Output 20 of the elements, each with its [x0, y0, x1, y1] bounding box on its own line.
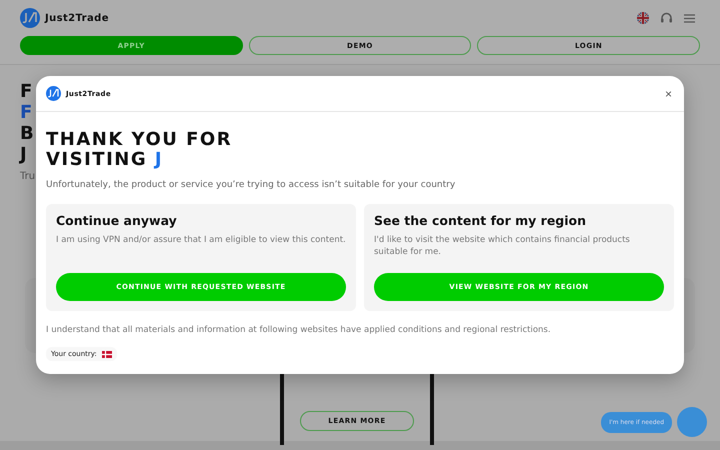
- flag-icon: [102, 350, 112, 358]
- option-heading: Continue anyway: [56, 213, 178, 228]
- option-heading: See the content for my region: [374, 213, 588, 228]
- disclaimer-text: I understand that all materials and information at following websites have applied conditions and regional restrictions.: [46, 325, 552, 335]
- hero-subtitle: Tru: [20, 171, 36, 182]
- hero-heading-letter: B: [20, 123, 34, 144]
- modal-subtitle: Unfortunately, the product or service you’re trying to access isn’t suitable for your country: [46, 180, 456, 190]
- option-text: I'd like to visit the website which contains financial products suitable for me.: [374, 234, 631, 258]
- headset-icon[interactable]: [660, 12, 673, 24]
- logo-text: Just2Trade: [45, 12, 109, 24]
- logo-icon: [20, 8, 40, 28]
- logo-icon: [46, 86, 61, 101]
- modal-title: THANK YOU FOR VISITING J: [46, 130, 234, 170]
- close-button[interactable]: ×: [662, 88, 674, 100]
- hero-heading-letter: J: [20, 144, 27, 165]
- menu-icon[interactable]: [684, 14, 695, 22]
- hero-heading-letter: F: [20, 81, 32, 102]
- hero-heading-letter: F: [20, 102, 32, 123]
- option-text: I am using VPN and/or assure that I am eligible to view this content.: [56, 234, 346, 247]
- flag-icon[interactable]: [637, 12, 649, 24]
